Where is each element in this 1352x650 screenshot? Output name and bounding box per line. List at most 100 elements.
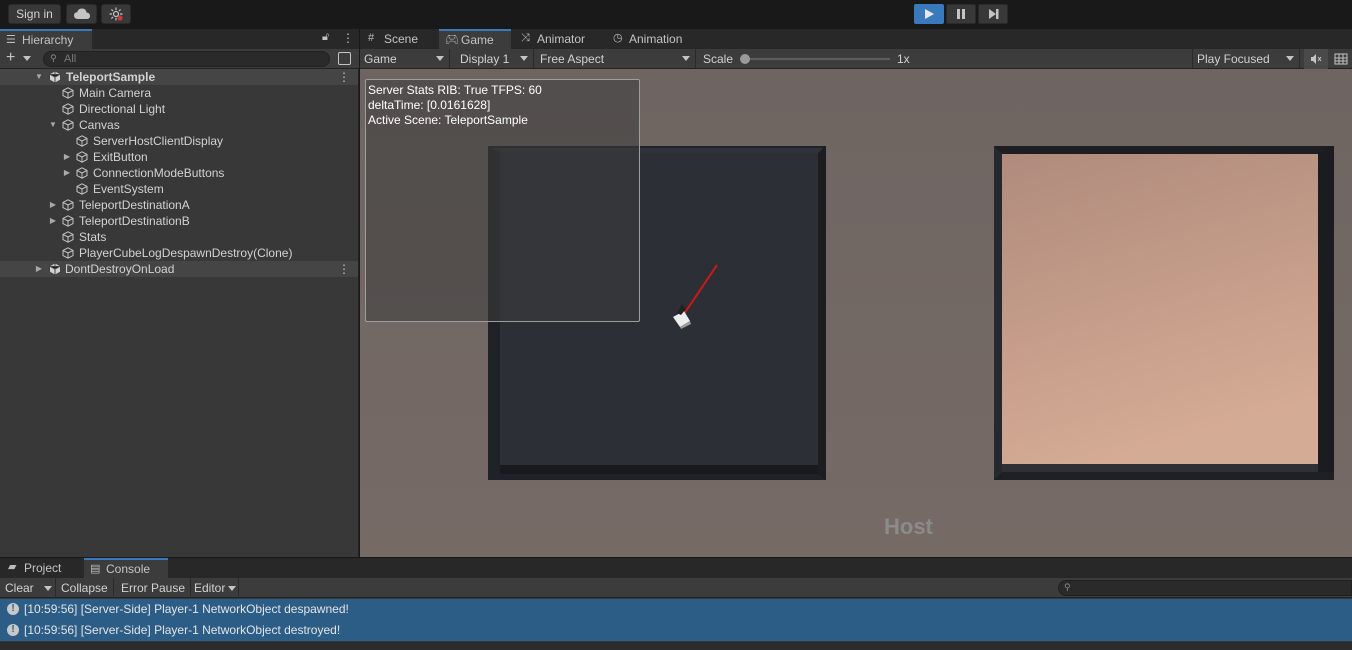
editor-dropdown[interactable]: Editor [189, 578, 239, 598]
aspect-dropdown[interactable]: Free Aspect [536, 49, 696, 69]
collab-button[interactable] [101, 4, 131, 24]
hierarchy-item-eventsystem[interactable]: EventSystem [0, 181, 358, 197]
tab-console[interactable]: ▤ Console [84, 558, 168, 578]
tab-animator-label: Animator [537, 32, 586, 46]
scene-menu-icon[interactable]: ⋮ [338, 69, 350, 85]
tab-scene[interactable]: # Scene [362, 29, 438, 49]
expanded-arrow-icon[interactable]: ▼ [48, 117, 58, 133]
chevron-down-icon [682, 56, 690, 61]
scale-slider-track[interactable] [744, 58, 890, 60]
collapsed-arrow-icon[interactable]: ▶ [34, 261, 44, 277]
cloud-icon [73, 8, 90, 19]
hierarchy-item-canvas[interactable]: ▼ Canvas [0, 117, 358, 133]
cloud-button[interactable] [66, 4, 97, 24]
gameobject-icon [62, 231, 74, 243]
hierarchy-item-label: TeleportDestinationB [79, 214, 190, 228]
search-icon: ⚲ [1064, 582, 1071, 592]
gameobject-icon [76, 183, 88, 195]
game-panel: # Scene 🎮︎ Game ⤨ Animator ◷ Animation G… [360, 29, 1352, 557]
tab-game-label: Game [461, 33, 494, 47]
hierarchy-item-exitbutton[interactable]: ▶ ExitButton [0, 149, 358, 165]
chevron-down-icon [520, 56, 528, 61]
hierarchy-item-teleportdestinationa[interactable]: ▶ TeleportDestinationA [0, 197, 358, 213]
hierarchy-item-teleportdestinationb[interactable]: ▶ TeleportDestinationB [0, 213, 358, 229]
add-icon[interactable]: + [6, 50, 15, 66]
chevron-down-icon[interactable] [44, 586, 52, 591]
animator-icon: ⤨ [521, 32, 530, 44]
scale-value: 1x [897, 52, 910, 66]
console-bottom-strip [0, 642, 1352, 650]
hierarchy-item-playercube[interactable]: PlayerCubeLogDespawnDestroy(Clone) [0, 245, 358, 261]
log-warning-icon: ! [7, 624, 19, 636]
display-dropdown[interactable]: Display 1 [456, 49, 534, 69]
log-message: [10:59:56] [Server-Side] Player-1 Networ… [24, 623, 341, 637]
mute-audio-button[interactable] [1304, 49, 1328, 69]
tab-animation[interactable]: ◷ Animation [607, 29, 702, 49]
search-icon: ⚲ [50, 53, 57, 63]
tab-game[interactable]: 🎮︎ Game [439, 29, 511, 49]
hierarchy-item-teleportsample[interactable]: ▼ TeleportSample ⋮ [0, 69, 358, 85]
hierarchy-item-connectionmodebuttons[interactable]: ▶ ConnectionModeButtons [0, 165, 358, 181]
unity-scene-icon [49, 263, 61, 275]
add-dropdown-icon[interactable] [23, 56, 31, 61]
hierarchy-item-label: PlayerCubeLogDespawnDestroy(Clone) [79, 246, 293, 260]
tab-project-label: Project [24, 561, 62, 575]
play-icon [925, 9, 934, 19]
folder-icon: ▰ [8, 561, 17, 573]
tab-animator[interactable]: ⤨ Animator [515, 29, 605, 49]
panel-menu-icon[interactable]: ⋮ [342, 31, 354, 45]
hierarchy-tabbar: ☰ Hierarchy 🔓︎ ⋮ [0, 29, 359, 49]
game-toolbar: Game Display 1 Free Aspect Scale 1x Play… [360, 49, 1352, 69]
hierarchy-item-dontdestroyonload[interactable]: ▶ DontDestroyOnLoad ⋮ [0, 261, 358, 277]
collapse-button[interactable]: Collapse [56, 578, 114, 598]
step-button[interactable] [978, 4, 1008, 24]
hierarchy-item-stats[interactable]: Stats [0, 229, 358, 245]
tab-project[interactable]: ▰ Project [2, 558, 80, 578]
main-toolbar: Sign in [0, 0, 1352, 29]
stats-line: Active Scene: TeleportSample [368, 113, 528, 127]
gameobject-icon [76, 135, 88, 147]
hierarchy-search-input[interactable]: ⚲ All [43, 51, 330, 67]
gameobject-icon [76, 151, 88, 163]
stats-grid-icon [1334, 53, 1348, 65]
hierarchy-item-serverhostclientdisplay[interactable]: ServerHostClientDisplay [0, 133, 358, 149]
error-pause-button[interactable]: Error Pause [116, 578, 192, 598]
collapsed-arrow-icon[interactable]: ▶ [62, 165, 72, 181]
chevron-down-icon [1286, 56, 1294, 61]
hierarchy-item-label: ConnectionModeButtons [93, 166, 225, 180]
tab-hierarchy-label: Hierarchy [22, 33, 74, 47]
hierarchy-item-directional-light[interactable]: Directional Light [0, 101, 358, 117]
expanded-arrow-icon[interactable]: ▼ [34, 69, 44, 85]
search-filter-icon[interactable] [338, 52, 351, 65]
gameobject-icon [62, 119, 74, 131]
hierarchy-search-row: + ⚲ All [0, 49, 359, 69]
aspect-value: Free Aspect [540, 52, 605, 66]
stats-text: Server Stats RIB: True TFPS: 60 deltaTim… [368, 83, 542, 128]
play-mode-dropdown[interactable]: Play Focused [1192, 49, 1300, 69]
log-entry[interactable]: ! [10:59:56] [Server-Side] Player-1 Netw… [0, 620, 1352, 641]
collapsed-arrow-icon[interactable]: ▶ [62, 149, 72, 165]
view-mode-dropdown[interactable]: Game [360, 49, 450, 69]
scale-slider-handle[interactable] [740, 54, 750, 64]
clock-icon: ◷ [613, 32, 623, 44]
hierarchy-item-label: TeleportDestinationA [79, 198, 190, 212]
game-viewport[interactable]: Server Stats RIB: True TFPS: 60 deltaTim… [360, 69, 1352, 557]
log-entry[interactable]: ! [10:59:56] [Server-Side] Player-1 Netw… [0, 599, 1352, 620]
stats-button[interactable] [1330, 49, 1352, 69]
pause-button[interactable] [946, 4, 976, 24]
sign-in-button[interactable]: Sign in [8, 4, 61, 24]
hierarchy-item-main-camera[interactable]: Main Camera [0, 85, 358, 101]
chevron-down-icon [228, 586, 236, 591]
play-button[interactable] [914, 4, 944, 24]
console-search-input[interactable]: ⚲ [1058, 580, 1352, 596]
scene-menu-icon[interactable]: ⋮ [338, 261, 350, 277]
collapsed-arrow-icon[interactable]: ▶ [48, 197, 58, 213]
console-tabbar: ▰ Project ▤ Console [0, 558, 1352, 578]
clear-button[interactable]: Clear [0, 578, 56, 598]
hierarchy-item-label: ServerHostClientDisplay [93, 134, 224, 148]
play-mode-value: Play Focused [1197, 52, 1270, 66]
collapsed-arrow-icon[interactable]: ▶ [48, 213, 58, 229]
unity-scene-icon [49, 71, 61, 83]
lock-icon[interactable]: 🔓︎ [322, 31, 329, 44]
tab-hierarchy[interactable]: ☰ Hierarchy [0, 29, 92, 49]
